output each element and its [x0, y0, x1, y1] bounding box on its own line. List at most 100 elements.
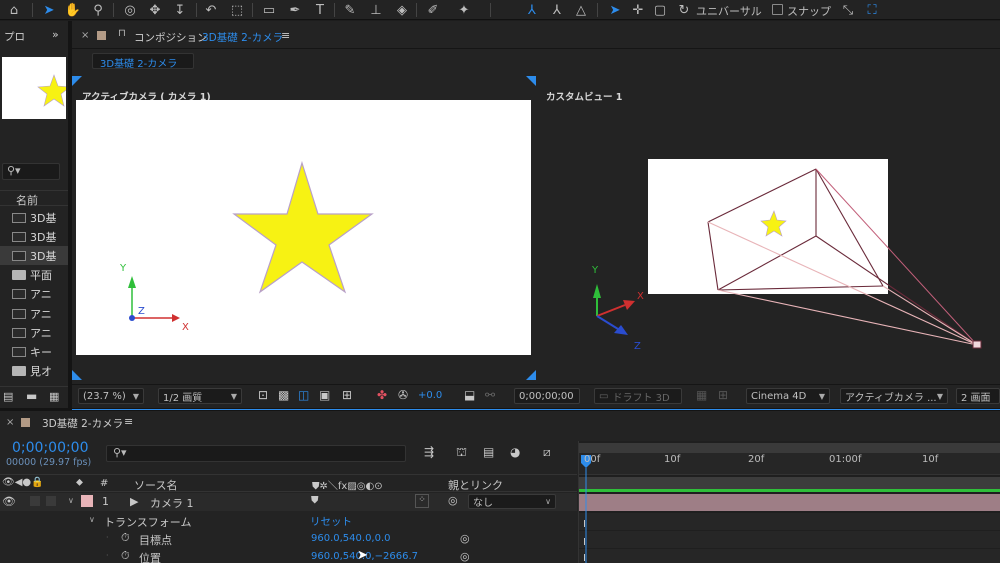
gizmo-scale-icon[interactable]: ▢ [650, 0, 670, 20]
custom-view-1[interactable]: カスタムビュー 1 Y X Z [538, 76, 1000, 380]
snapshot-icon[interactable]: ⬓ [464, 388, 475, 402]
lock-toggle[interactable] [46, 496, 56, 506]
local-axis-icon[interactable]: ⅄ [522, 0, 542, 20]
shy-switch-icon[interactable]: ⛊ [311, 495, 319, 506]
active-camera-view[interactable]: アクティブカメラ ( カメラ 1) Y Z X [72, 76, 536, 380]
project-item[interactable]: 平面 [0, 266, 68, 285]
extended-viewer-icon[interactable]: ▦ [696, 388, 707, 402]
3d-layer-switch-icon[interactable]: ⁘ [415, 494, 429, 508]
composition-tab-prefix[interactable]: コンポジション [134, 30, 208, 45]
selection-icon[interactable]: ➤ [39, 0, 59, 20]
color-management-icon[interactable]: ✇ [398, 388, 408, 402]
visibility-eye-icon[interactable]: 👁 [2, 495, 16, 508]
transform-group-row[interactable]: ∨ トランスフォーム リセット [0, 512, 577, 530]
interpret-footage-icon[interactable]: ▤ [3, 390, 13, 403]
zoom-dropdown[interactable]: (23.7 %) ▼ [78, 388, 144, 404]
keyframe-marker[interactable]: I [583, 519, 586, 530]
type-icon[interactable]: T [310, 0, 330, 20]
project-item[interactable]: 3D基 [0, 227, 68, 246]
renderer-dropdown[interactable]: Cinema 4D ▼ [746, 388, 830, 404]
comp-breadcrumb[interactable]: 3D基礎 2-カメラ [92, 53, 194, 70]
lock-icon[interactable]: ⊓ [118, 28, 126, 39]
parent-column-label[interactable]: 親とリンク [448, 477, 503, 493]
eraser-icon[interactable]: ◈ [392, 0, 412, 20]
expand-chevron-icon[interactable]: ∨ [68, 496, 74, 505]
ground-plane-icon[interactable]: ⊞ [718, 388, 728, 402]
panel-overflow-icon[interactable]: » [52, 28, 59, 41]
solo-toggle[interactable] [30, 496, 40, 506]
property-row-anchor[interactable]: · ⏱ 目標点 960.0,540.0,0.0 ◎ [0, 530, 577, 548]
gizmo-mode-label[interactable]: ユニバーサル [696, 3, 762, 19]
layer-row-camera[interactable]: 👁 ∨ 1 ▶ カメラ 1 ⛊ ⁘ ◎ なし ∨ [0, 493, 577, 511]
current-time-field[interactable]: 0;00;00;00 [514, 388, 580, 404]
project-item[interactable]: アニ [0, 285, 68, 304]
pin-icon[interactable]: ✦ [454, 0, 474, 20]
mask-visibility-icon[interactable]: ◫ [298, 388, 309, 402]
pickwhip-icon[interactable]: ◎ [448, 494, 458, 507]
shy-layers-icon[interactable]: ▤ [483, 445, 494, 459]
view-layout-dropdown[interactable]: 2 画面 [956, 388, 1000, 404]
camera-icon[interactable]: ⬚ [227, 0, 247, 20]
timeline-search-input[interactable]: ⚲▾ [106, 445, 406, 462]
orbit-icon[interactable]: ◎ [120, 0, 140, 20]
project-item[interactable]: 3D基 [0, 208, 68, 227]
draft-3d-button[interactable]: ▭ ドラフト 3D [594, 388, 682, 404]
stopwatch-icon[interactable]: ⏱ [121, 531, 130, 545]
motion-blur-icon[interactable]: ◕ [510, 445, 520, 459]
timeline-timecode[interactable]: 0;00;00;00 [12, 440, 89, 456]
channel-icon[interactable]: ✤ [377, 388, 387, 402]
comp-canvas[interactable]: Y Z X [76, 100, 531, 355]
gizmo-move-icon[interactable]: ✛ [628, 0, 648, 20]
gizmo-rotate-icon[interactable]: ↻ [674, 0, 694, 20]
playhead[interactable] [579, 455, 595, 563]
panel-menu-icon[interactable]: ≡ [281, 29, 290, 42]
project-tab[interactable]: プロ [4, 29, 25, 44]
composition-mini-flowchart-icon[interactable]: ⇶ [424, 445, 434, 459]
rotate-icon[interactable]: ↶ [201, 0, 221, 20]
project-item[interactable]: 3D基 [0, 246, 68, 266]
grid-guides-icon[interactable]: ⊞ [342, 388, 352, 402]
close-timeline-icon[interactable]: × [6, 417, 14, 428]
rectangle-icon[interactable]: ▭ [259, 0, 279, 20]
pen-icon[interactable]: ✒ [285, 0, 305, 20]
source-name-column-label[interactable]: ソース名 [134, 477, 177, 493]
transparency-grid-icon[interactable]: ▩ [278, 388, 289, 402]
keyframe-marker[interactable]: I [583, 537, 586, 548]
project-search-input[interactable]: ⚲▾ [2, 163, 60, 180]
name-column-label[interactable]: 名前 [16, 192, 38, 208]
timeline-tab[interactable]: 3D基礎 2-カメラ [42, 416, 123, 431]
expand-icon[interactable]: ⛶ [862, 0, 882, 20]
zoom-icon[interactable]: ⚲ [88, 0, 108, 20]
expression-pickwhip-icon[interactable]: ◎ [460, 532, 470, 545]
keyframe-marker[interactable]: I [583, 553, 586, 563]
graph-editor-icon[interactable]: ⧄ [543, 445, 551, 460]
layer-name[interactable]: カメラ 1 [150, 495, 194, 511]
project-item[interactable]: アニ [0, 323, 68, 342]
snap-checkbox[interactable] [772, 4, 783, 15]
region-of-interest-icon[interactable]: ▣ [319, 388, 330, 402]
new-comp-icon[interactable]: ▦ [49, 390, 59, 403]
draft-3d-timeline-icon[interactable]: ⛫ [456, 445, 467, 461]
new-folder-icon[interactable]: ▬ [26, 389, 37, 403]
work-area-bar[interactable] [579, 443, 1000, 453]
parent-dropdown[interactable]: なし ∨ [468, 494, 556, 509]
world-axis-icon[interactable]: ⅄ [547, 0, 567, 20]
expression-pickwhip-icon[interactable]: ◎ [460, 550, 470, 563]
3d-view-dropdown[interactable]: アクティブカメラ ... ▼ [840, 388, 948, 404]
dolly-icon[interactable]: ↧ [170, 0, 190, 20]
property-row-position[interactable]: · ⏱ 位置 960.0,540.0,−2666.7 ◎ ➤ [0, 548, 577, 563]
project-item[interactable]: キー [0, 342, 68, 361]
close-tab-icon[interactable]: × [81, 30, 89, 41]
brush-icon[interactable]: ✎ [340, 0, 360, 20]
property-value[interactable]: 960.0,540.0,0.0 [311, 533, 391, 544]
timeline-menu-icon[interactable]: ≡ [124, 415, 133, 428]
stopwatch-icon[interactable]: ⏱ [121, 549, 130, 563]
transform-reset-link[interactable]: リセット [310, 514, 352, 529]
home-icon[interactable]: ⌂ [4, 0, 24, 20]
view-axis-icon[interactable]: △ [571, 0, 591, 20]
composition-tab-name[interactable]: 3D基礎 2-カメラ [202, 30, 283, 45]
hand-icon[interactable]: ✋ [63, 0, 83, 20]
gizmo-select-icon[interactable]: ➤ [605, 0, 625, 20]
fast-preview-icon[interactable]: ⊡ [258, 388, 268, 402]
camera-layer-bar[interactable] [579, 494, 1000, 511]
